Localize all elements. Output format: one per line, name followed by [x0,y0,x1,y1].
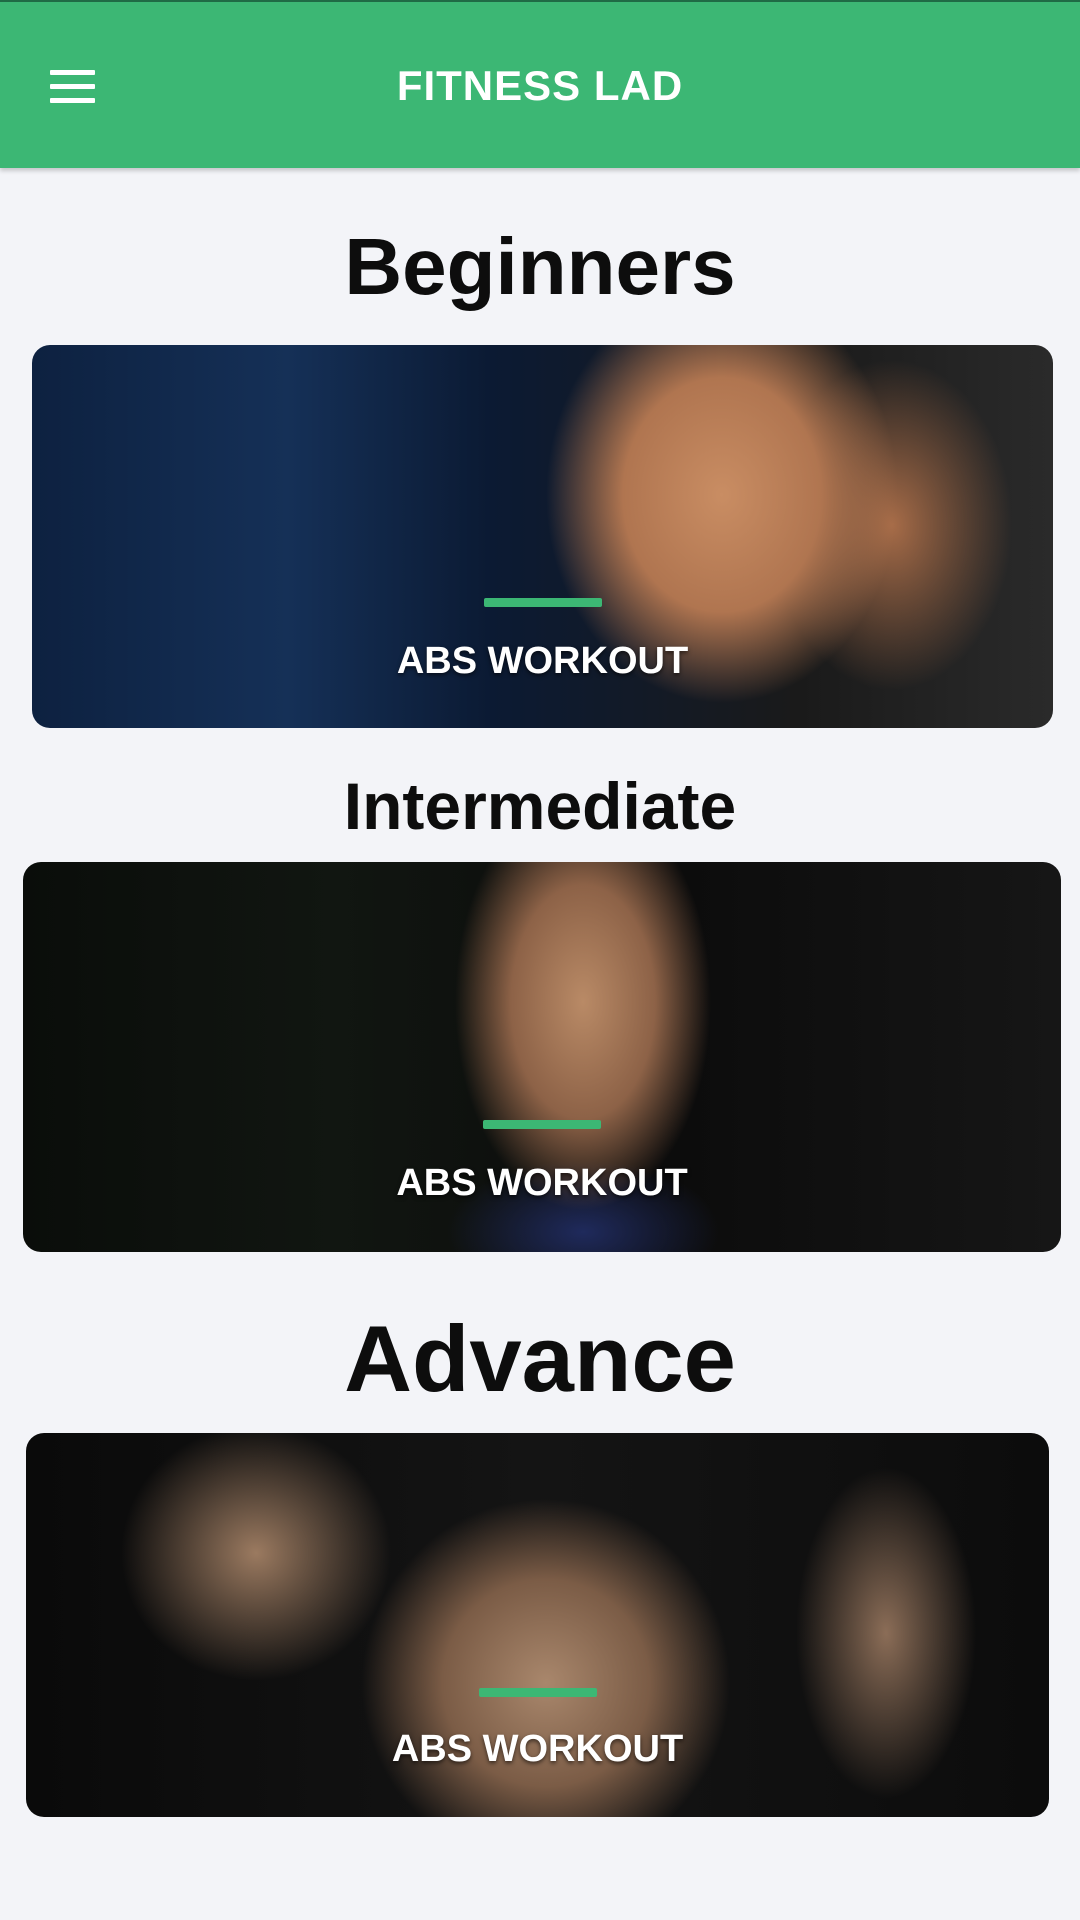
section-title-intermediate: Intermediate [343,769,737,843]
section-title-advance: Advance [344,1306,736,1411]
card-label: ABS WORKOUT [396,1162,688,1204]
card-label: ABS WORKOUT [391,1728,684,1770]
workout-card-beginners[interactable]: ABS WORKOUT [32,345,1053,728]
card-accent-line [483,1120,601,1129]
app-title: FITNESS LAD [396,62,684,109]
workout-card-advance[interactable]: ABS WORKOUT [26,1433,1049,1817]
section-title-beginners: Beginners [344,222,736,311]
card-accent-line [483,598,602,607]
card-accent-line [478,1688,597,1697]
card-label: ABS WORKOUT [396,640,689,682]
app-screen: FITNESS LAD Beginners ABS WORKOUT Interm… [0,0,1080,1920]
app-bar: FITNESS LAD [0,0,1080,168]
workout-card-intermediate[interactable]: ABS WORKOUT [23,862,1061,1252]
